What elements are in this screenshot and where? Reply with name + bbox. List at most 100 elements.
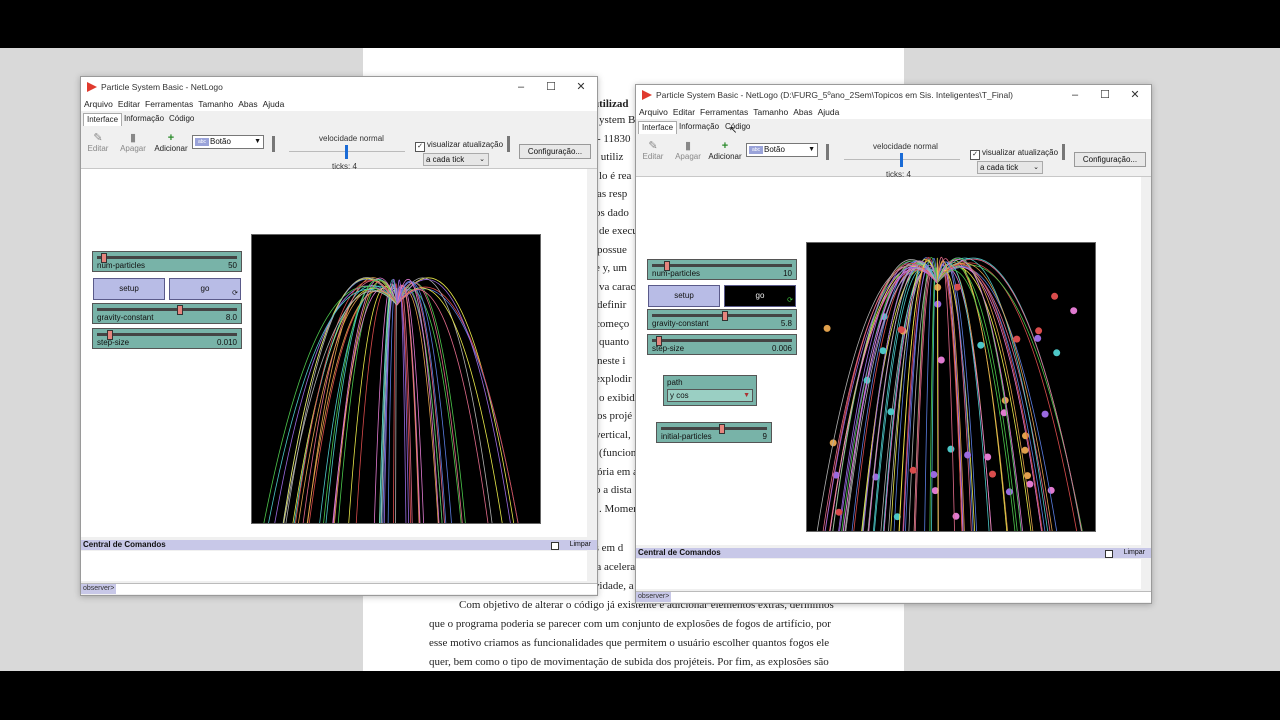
particle-trail (396, 286, 410, 523)
slider-value: 0.006 (771, 344, 792, 353)
maximize-icon[interactable]: ☐ (541, 79, 561, 95)
trash-icon: ▮ (684, 140, 692, 152)
checkmark-icon: ✓ (415, 142, 425, 152)
doc-fragment: começo (595, 317, 630, 330)
maximize-icon[interactable]: ☐ (1095, 87, 1115, 103)
setup-button[interactable]: setup (93, 278, 165, 300)
setup-button[interactable]: setup (648, 285, 720, 307)
chooser-label: path (667, 378, 683, 387)
particle (1070, 307, 1078, 315)
add-button[interactable]: + Adicionar (154, 132, 188, 153)
tab-codigo[interactable]: Código (166, 113, 197, 125)
gravity-constant-slider[interactable]: gravity-constant 8.0 (92, 303, 242, 324)
menu-ferramentas[interactable]: Ferramentas (700, 107, 748, 117)
update-mode-select[interactable]: a cada tick ⌄ (977, 161, 1043, 174)
slider-value: 8.0 (225, 313, 237, 322)
slider-label: step-size (97, 338, 130, 347)
menu-editar[interactable]: Editar (673, 107, 695, 117)
world-view[interactable] (806, 242, 1096, 532)
menu-arquivo[interactable]: Arquivo (639, 107, 668, 117)
plus-icon: + (721, 140, 729, 152)
particle-trail (936, 260, 1008, 531)
close-icon[interactable]: ✕ (571, 79, 591, 95)
menu-bar: Arquivo Editar Ferramentas Tamanho Abas Ajuda (81, 99, 597, 111)
doc-fragment: - 11830 (597, 132, 631, 145)
num-particles-slider[interactable]: num-particles 10 (647, 259, 797, 280)
menu-ajuda[interactable]: Ajuda (263, 99, 285, 109)
tab-informacao[interactable]: Informação (676, 121, 722, 133)
widget-type-select[interactable]: abc Botão ▼ (746, 143, 818, 157)
menu-tamanho[interactable]: Tamanho (198, 99, 233, 109)
clear-button[interactable]: Limpar (570, 540, 591, 550)
widget-type-select[interactable]: abc Botão ▼ (192, 135, 264, 149)
clear-button[interactable]: Limpar (1124, 548, 1145, 558)
menu-tamanho[interactable]: Tamanho (753, 107, 788, 117)
particle (909, 466, 917, 474)
speed-slider-knob[interactable] (345, 145, 348, 159)
particle (887, 408, 895, 416)
menu-editar[interactable]: Editar (118, 99, 140, 109)
menu-abas[interactable]: Abas (793, 107, 812, 117)
expand-icon[interactable] (1105, 550, 1113, 558)
chevron-down-icon: ▼ (808, 146, 815, 153)
slider-knob[interactable] (719, 424, 725, 434)
slider-knob[interactable] (177, 305, 183, 315)
particle-trails (816, 256, 1083, 531)
view-updates-checkbox[interactable]: ✓ visualizar atualização (415, 140, 503, 152)
close-icon[interactable]: ✕ (1125, 87, 1145, 103)
edit-button[interactable]: ✎ Editar (83, 132, 113, 153)
world-view[interactable] (251, 234, 541, 524)
chevron-down-icon: ▼ (254, 138, 261, 145)
tab-informacao[interactable]: Informação (121, 113, 167, 125)
slider-knob[interactable] (722, 311, 728, 321)
menu-arquivo[interactable]: Arquivo (84, 99, 113, 109)
edit-button[interactable]: ✎ Editar (638, 140, 668, 161)
vertical-scrollbar[interactable] (1141, 177, 1151, 545)
delete-button[interactable]: ▮ Apagar (118, 132, 148, 153)
particle-trail (936, 268, 963, 531)
command-input[interactable]: observer> (636, 591, 1151, 602)
title-bar: Particle System Basic - NetLogo (D:\FURG… (636, 85, 1151, 107)
initial-particles-slider[interactable]: initial-particles 9 (656, 422, 772, 443)
command-input[interactable]: observer> (81, 583, 597, 594)
add-button[interactable]: + Adicionar (708, 140, 742, 161)
slider-label: num-particles (97, 261, 146, 270)
title-bar: Particle System Basic - NetLogo – ☐ ✕ (81, 77, 597, 99)
view-updates-checkbox[interactable]: ✓ visualizar atualização (970, 148, 1058, 160)
tab-interface[interactable]: Interface (83, 113, 123, 126)
go-button[interactable]: go ⟳ (724, 285, 796, 307)
minimize-icon[interactable]: – (1065, 87, 1085, 103)
interface-area: num-particles 10 setup go ⟳ gravity-const… (636, 177, 1141, 545)
go-button[interactable]: go ⟳ (169, 278, 241, 300)
chooser-value[interactable]: y cos ▼ (667, 389, 753, 402)
step-size-slider[interactable]: step-size 0.010 (92, 328, 242, 349)
tab-codigo[interactable]: Código (722, 121, 753, 133)
num-particles-slider[interactable]: num-particles 50 (92, 251, 242, 272)
pencil-icon: ✎ (648, 140, 658, 152)
slider-value: 10 (783, 269, 792, 278)
command-output (636, 559, 1141, 589)
menu-abas[interactable]: Abas (238, 99, 257, 109)
step-size-slider[interactable]: step-size 0.006 (647, 334, 797, 355)
speed-slider-knob[interactable] (900, 153, 903, 167)
doc-line: que o programa poderia se parecer com um… (429, 618, 831, 630)
vertical-scrollbar[interactable] (587, 169, 597, 537)
slider-label: initial-particles (661, 432, 712, 441)
tab-interface[interactable]: Interface (638, 121, 678, 134)
command-center: Central de Comandos Limpar observer> (81, 540, 597, 595)
particle-trail (396, 285, 424, 523)
expand-icon[interactable] (551, 542, 559, 550)
slider-track (661, 427, 767, 430)
settings-button[interactable]: Configuração... (1074, 152, 1146, 167)
command-output (81, 551, 587, 581)
minimize-icon[interactable]: – (511, 79, 531, 95)
menu-ferramentas[interactable]: Ferramentas (145, 99, 193, 109)
settings-button[interactable]: Configuração... (519, 144, 591, 159)
delete-button[interactable]: ▮ Apagar (673, 140, 703, 161)
path-chooser[interactable]: path y cos ▼ (663, 375, 757, 406)
update-mode-select[interactable]: a cada tick ⌄ (423, 153, 489, 166)
doc-fragment: explodir (595, 373, 632, 385)
menu-ajuda[interactable]: Ajuda (818, 107, 840, 117)
gravity-constant-slider[interactable]: gravity-constant 5.8 (647, 309, 797, 330)
window-title: Particle System Basic - NetLogo (D:\FURG… (656, 90, 1013, 100)
